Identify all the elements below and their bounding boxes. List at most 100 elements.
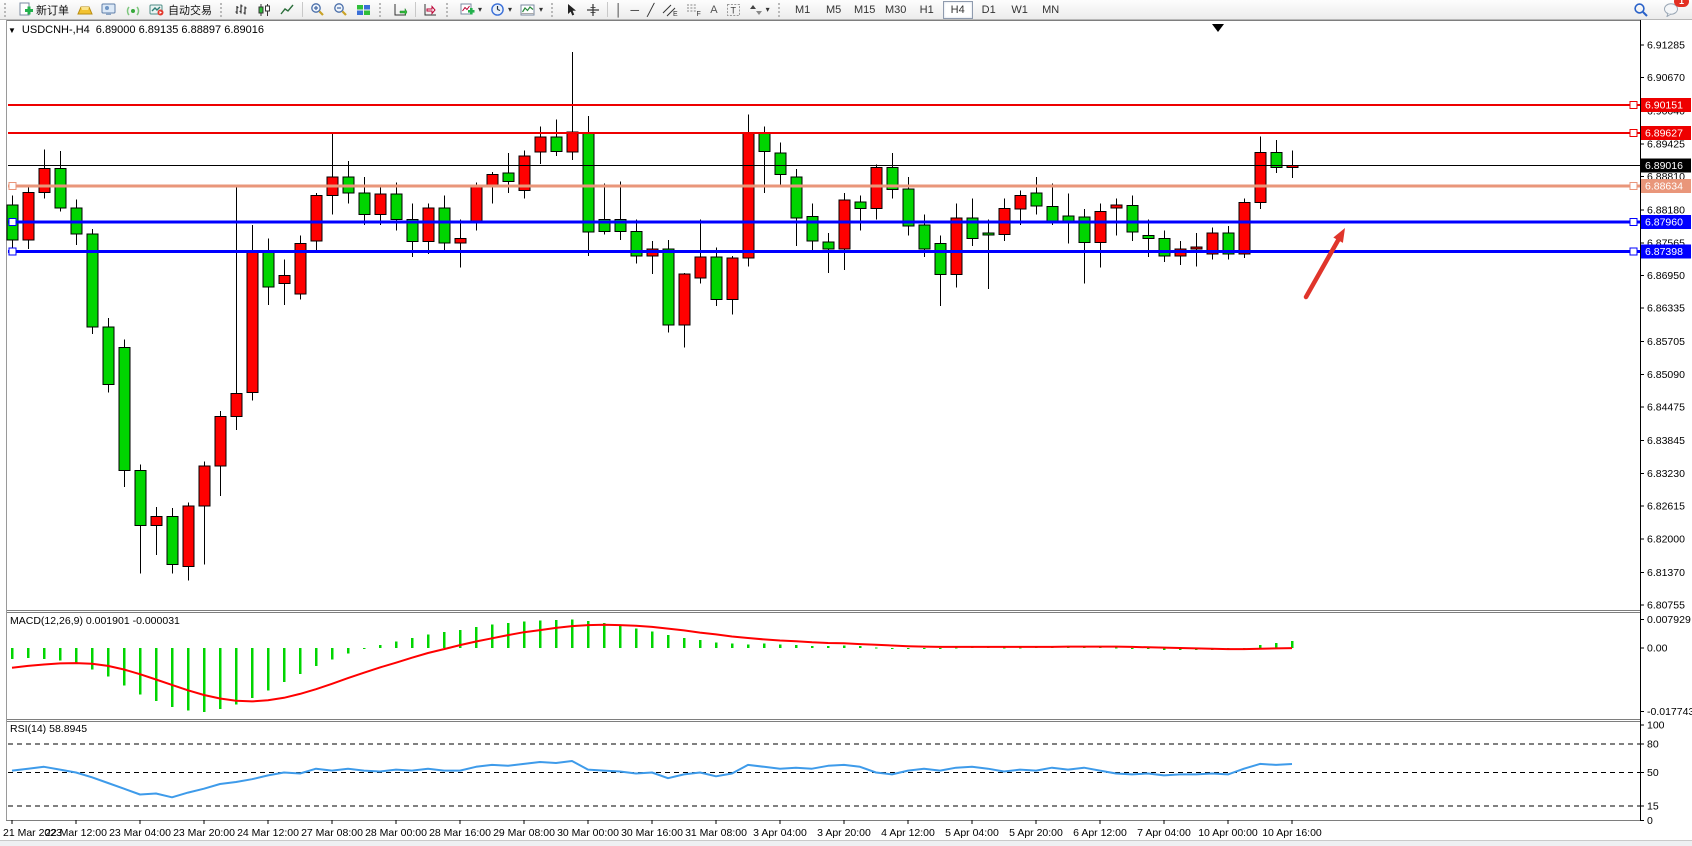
candlestick-button[interactable]	[253, 0, 276, 19]
level-end-marker[interactable]	[1630, 218, 1637, 225]
candle-body	[263, 250, 274, 287]
candle[interactable]	[119, 339, 130, 487]
candle[interactable]	[295, 236, 306, 300]
candle[interactable]	[87, 229, 98, 334]
timeframe-button-m15[interactable]: M15	[850, 1, 880, 19]
text-button[interactable]: A	[706, 0, 721, 19]
new-order-button[interactable]: 新订单	[14, 0, 73, 19]
tile-windows-button[interactable]	[352, 0, 375, 19]
channel-button[interactable]: E	[658, 0, 682, 19]
macd-histogram-bar	[155, 648, 157, 701]
candle-body	[1191, 247, 1202, 249]
level-start-marker[interactable]	[9, 218, 16, 225]
chart-title-bar: ▼ USDCNH-,H4 6.89000 6.89135 6.88897 6.8…	[8, 24, 264, 36]
time-tick-label: 28 Mar 16:00	[429, 827, 491, 839]
bar-chart-button[interactable]	[230, 0, 253, 19]
macd-histogram-bar	[75, 648, 77, 664]
candle-body	[983, 233, 994, 235]
macd-histogram-bar	[1131, 648, 1133, 649]
rsi-name: RSI(14)	[10, 723, 46, 735]
timeframe-button-m5[interactable]: M5	[819, 1, 849, 19]
macd-histogram-bar	[843, 645, 845, 648]
time-tick-label: 4 Apr 12:00	[881, 827, 935, 839]
macd-histogram-bar	[715, 642, 717, 648]
axis-tick-label: 0	[1647, 815, 1653, 827]
candlestick-icon	[257, 3, 272, 17]
macd-histogram-bar	[91, 648, 93, 670]
label-icon: T	[726, 3, 741, 17]
line-chart-button[interactable]	[276, 0, 299, 19]
periods-button[interactable]: ▾	[486, 0, 516, 19]
candle[interactable]	[23, 188, 34, 249]
toolbar-grip[interactable]	[4, 3, 11, 17]
timeframe-button-m30[interactable]: M30	[881, 1, 911, 19]
terminal-button[interactable]	[97, 0, 121, 19]
level-start-marker[interactable]	[9, 248, 16, 255]
candle-body	[855, 202, 866, 208]
level-end-marker[interactable]	[1630, 248, 1637, 255]
candle-body	[679, 274, 690, 325]
level-end-marker[interactable]	[1630, 130, 1637, 137]
macd-values: 0.001901 -0.000031	[86, 615, 180, 627]
horizontal-line-button[interactable]: ─	[627, 0, 644, 19]
timeframe-button-h4[interactable]: H4	[943, 1, 973, 19]
indicators-button[interactable]: ▾	[456, 0, 486, 19]
timeframe-button-w1[interactable]: W1	[1005, 1, 1035, 19]
macd-histogram-bar	[731, 644, 733, 648]
search-icon	[1633, 2, 1649, 18]
candle-body	[551, 137, 562, 151]
macd-histogram-bar	[827, 646, 829, 648]
macd-histogram-bar	[123, 648, 125, 686]
level-end-marker[interactable]	[1630, 182, 1637, 189]
level-end-marker[interactable]	[1630, 102, 1637, 109]
templates-button[interactable]: ▾	[516, 0, 547, 19]
macd-histogram-bar	[203, 648, 205, 712]
timeframe-button-m1[interactable]: M1	[788, 1, 818, 19]
candle[interactable]	[663, 240, 674, 333]
time-tick-label: 6 Apr 12:00	[1073, 827, 1127, 839]
zoom-out-button[interactable]	[329, 0, 352, 19]
gold-icon	[77, 3, 93, 17]
chart-canvas[interactable]: 6.912856.906706.900406.894256.888106.881…	[0, 20, 1692, 846]
signal-button[interactable]	[121, 0, 145, 19]
chart-shift-button[interactable]	[419, 0, 442, 19]
toolbar-grip[interactable]	[778, 3, 785, 17]
arrows-button[interactable]: ▾	[745, 0, 774, 19]
search-button[interactable]	[1629, 0, 1653, 19]
timeframe-button-d1[interactable]: D1	[974, 1, 1004, 19]
gold-button[interactable]	[73, 0, 97, 19]
autotrading-label: 自动交易	[168, 2, 212, 18]
crosshair-button[interactable]	[582, 0, 604, 19]
macd-histogram-bar	[795, 645, 797, 648]
timeframe-button-mn[interactable]: MN	[1036, 1, 1066, 19]
candle[interactable]	[743, 114, 754, 266]
vertical-line-button[interactable]: │	[611, 0, 627, 19]
axis-tick-label: 6.88180	[1647, 205, 1685, 217]
fibonacci-button[interactable]: F	[682, 0, 706, 19]
autotrading-button[interactable]: 自动交易	[145, 0, 216, 19]
community-chat-button[interactable]: 1	[1659, 0, 1684, 19]
toolbar-grip[interactable]	[379, 3, 386, 17]
timeframe-button-h1[interactable]: H1	[912, 1, 942, 19]
candle-body	[807, 216, 818, 240]
candle[interactable]	[103, 318, 114, 392]
label-button[interactable]: T	[722, 0, 745, 19]
chart-dropdown-icon[interactable]: ▼	[8, 26, 16, 35]
candle-body	[215, 416, 226, 465]
macd-histogram-bar	[187, 648, 189, 711]
cursor-button[interactable]	[561, 0, 582, 19]
axis-tick-label: 6.85705	[1647, 336, 1685, 348]
trendline-button[interactable]: ╱	[643, 0, 658, 19]
macd-histogram-bar	[619, 626, 621, 648]
candle[interactable]	[1239, 198, 1250, 258]
toolbar-grip[interactable]	[446, 3, 453, 17]
candle-body	[1015, 196, 1026, 209]
zoom-in-button[interactable]	[306, 0, 329, 19]
auto-scroll-button[interactable]	[389, 0, 412, 19]
level-start-marker[interactable]	[9, 182, 16, 189]
candle-body	[567, 132, 578, 152]
candle[interactable]	[167, 508, 178, 573]
toolbar-grip[interactable]	[220, 3, 227, 17]
time-tick-label: 23 Mar 20:00	[173, 827, 235, 839]
toolbar-grip[interactable]	[551, 3, 558, 17]
